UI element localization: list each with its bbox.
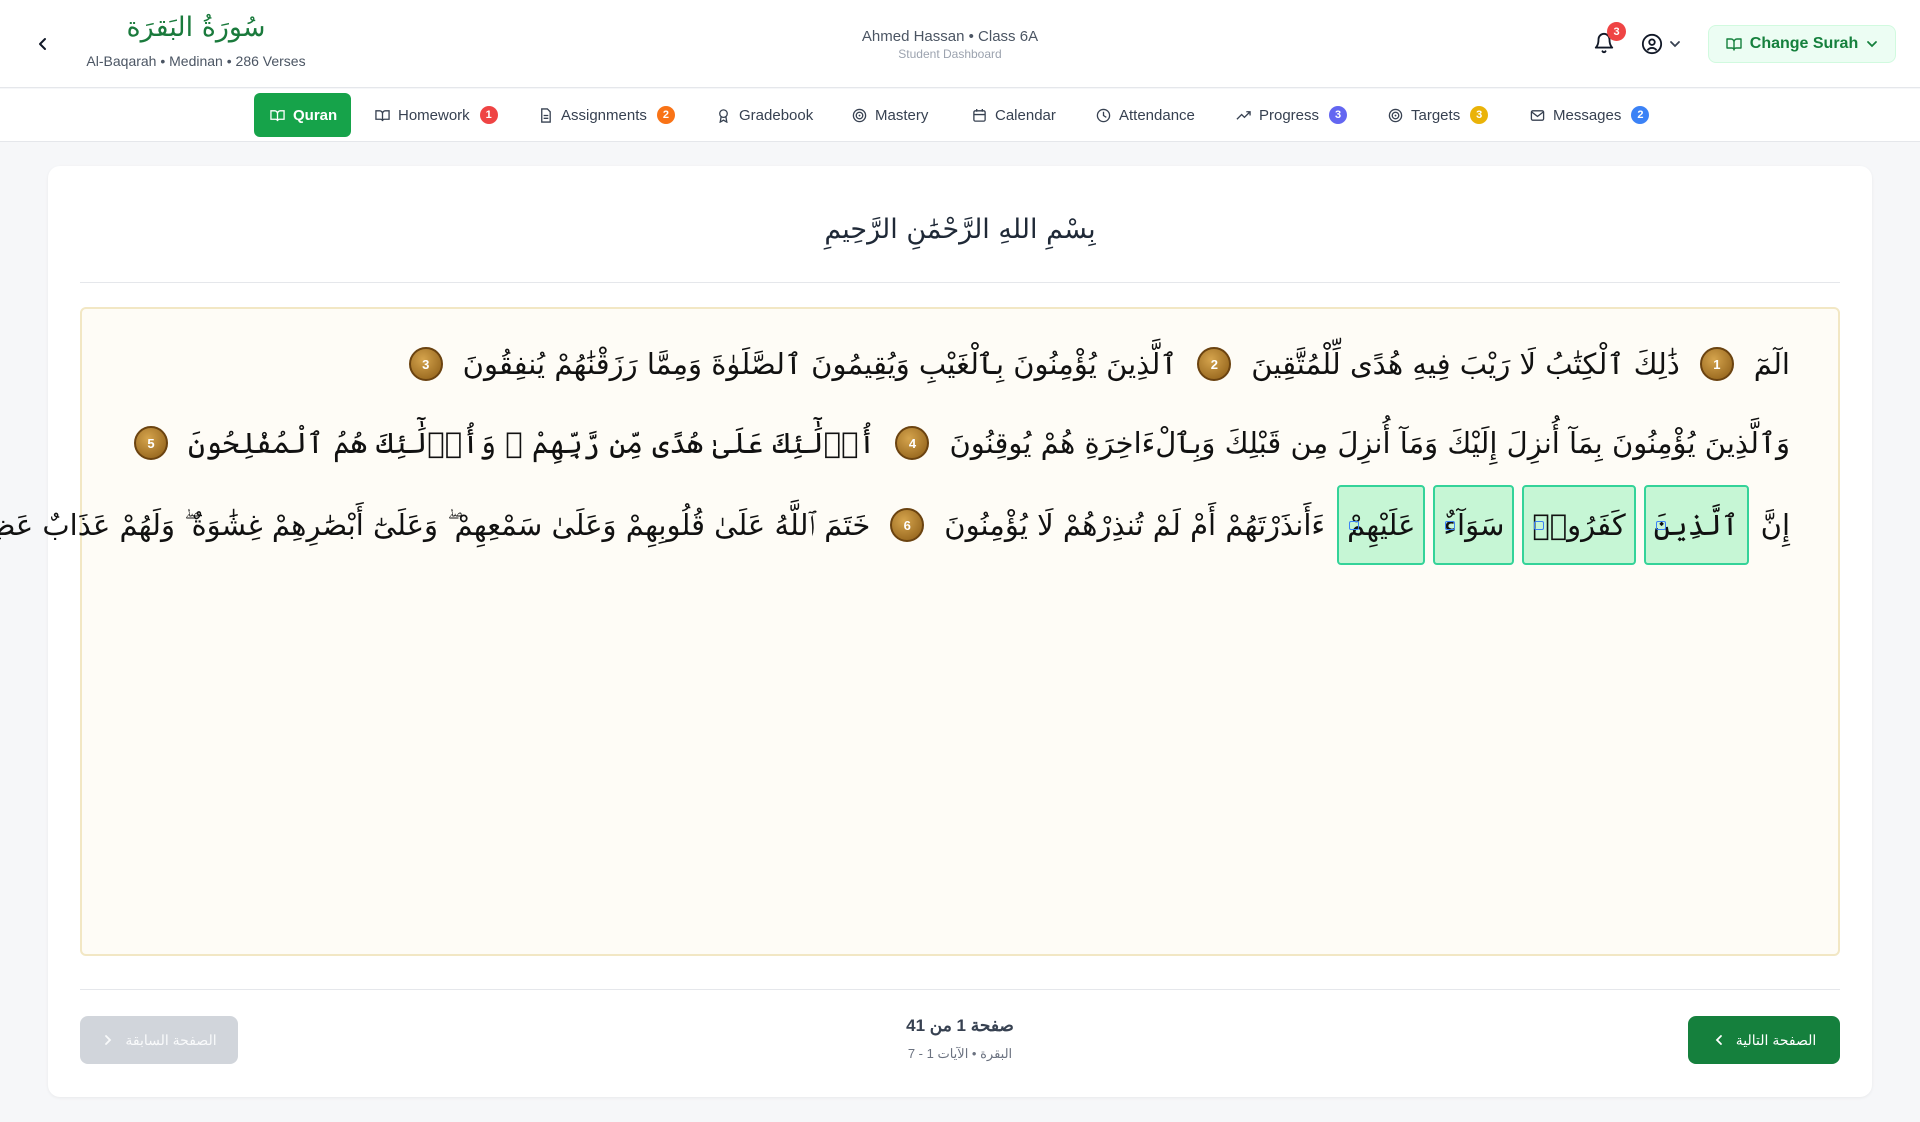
user-circle-icon bbox=[1641, 33, 1663, 55]
surah-title: سُورَةُ البَقرَة bbox=[126, 12, 266, 43]
page-number: صفحة 1 من 41 bbox=[906, 1016, 1014, 1035]
divider bbox=[80, 282, 1840, 283]
chevron-left-icon bbox=[1715, 1035, 1722, 1045]
mushaf-line: الٓمٓ 1 ذَٰلِكَ ٱلْكِتَٰبُ لَا رَيْبَ فِيه… bbox=[397, 347, 1798, 381]
tab-mastery[interactable]: Mastery bbox=[836, 93, 944, 137]
ayah-text: إِنَّ bbox=[1760, 508, 1790, 542]
tab-homework[interactable]: Homework 1 bbox=[359, 93, 514, 137]
divider bbox=[80, 989, 1840, 990]
tab-progress[interactable]: Progress 3 bbox=[1220, 93, 1363, 137]
highlighted-word[interactable]: كَفَرُوا۟ bbox=[1522, 485, 1636, 565]
trending-up-icon bbox=[1236, 110, 1251, 120]
tab-targets[interactable]: Targets 3 bbox=[1372, 93, 1504, 137]
student-name: Ahmed Hassan • Class 6A bbox=[861, 28, 1039, 45]
next-page-label: الصفحة التالية bbox=[1735, 1031, 1817, 1048]
book-open-icon bbox=[1726, 38, 1742, 51]
back-button[interactable] bbox=[30, 29, 56, 59]
tab-badge: 2 bbox=[1631, 106, 1650, 124]
student-role: Student Dashboard bbox=[898, 47, 1002, 61]
ayah-text: أُو۟لَٰٓئِكَ عَلَىٰ هُدًى مِّن رَّبِّهِم… bbox=[187, 426, 876, 460]
tab-assignments[interactable]: Assignments 2 bbox=[522, 93, 691, 137]
bismillah: بِسْمِ اللهِ الرَّحْمَٰنِ الرَّحِيمِ bbox=[824, 214, 1096, 245]
chevron-left-icon bbox=[39, 38, 46, 50]
ayah-text: الٓمٓ bbox=[1753, 347, 1790, 381]
tab-label: Gradebook bbox=[739, 106, 814, 124]
ayah-text: ٱلَّذِينَ يُؤْمِنُونَ بِٱلْغَيْبِ وَيُقِ… bbox=[462, 347, 1178, 381]
tab-label: Targets bbox=[1411, 106, 1461, 124]
highlighted-word[interactable]: سَوَآءٌ bbox=[1433, 485, 1515, 565]
tab-badge: 1 bbox=[479, 106, 498, 124]
tab-badge: 3 bbox=[1470, 106, 1489, 124]
main-nav: Quran Homework 1 Assignments 2 Gradebook… bbox=[0, 89, 1920, 142]
award-icon bbox=[719, 108, 728, 123]
file-text-icon bbox=[541, 107, 551, 123]
ayah-number: 4 bbox=[895, 426, 930, 460]
ayah-number: 1 bbox=[1699, 347, 1734, 381]
tab-gradebook[interactable]: Gradebook bbox=[700, 93, 829, 137]
tab-badge: 3 bbox=[1329, 106, 1348, 124]
ayah-text: ءَأَنذَرْتَهُمْ أَمْ لَمْ تُنذِرْهُمْ لَ… bbox=[944, 508, 1326, 542]
change-surah-button[interactable]: Change Surah bbox=[1708, 25, 1896, 63]
ayah-number: 3 bbox=[408, 347, 443, 381]
tab-label: Assignments bbox=[561, 106, 647, 124]
tab-label: Quran bbox=[293, 106, 338, 124]
mushaf-line: وَٱلَّذِينَ يُؤْمِنُونَ بِمَآ أُنزِلَ إِ… bbox=[122, 426, 1798, 460]
tab-label: Messages bbox=[1553, 106, 1622, 124]
highlighted-word[interactable]: عَلَيْهِمْ bbox=[1337, 485, 1426, 565]
book-icon bbox=[375, 109, 390, 121]
surah-info: Al-Baqarah • Medinan • 286 Verses bbox=[86, 53, 306, 69]
mushaf-line: إِنَّ ٱلَّذِينَ كَفَرُوا۟ سَوَآءٌ عَلَيْهِمْ… bbox=[0, 485, 1798, 565]
mushaf-page: الٓمٓ 1 ذَٰلِكَ ٱلْكِتَٰبُ لَا رَيْبَ فِيه… bbox=[0, 307, 1840, 956]
notifications-badge: 3 bbox=[1607, 22, 1626, 41]
chevron-right-icon bbox=[105, 1035, 112, 1045]
mail-icon bbox=[1530, 109, 1545, 121]
chevron-down-icon bbox=[1670, 41, 1680, 48]
tab-calendar[interactable]: Calendar bbox=[956, 93, 1072, 137]
tab-attendance[interactable]: Attendance bbox=[1080, 93, 1211, 137]
next-page-button[interactable]: الصفحة التالية bbox=[1688, 1016, 1840, 1064]
tab-label: Calendar bbox=[995, 106, 1056, 124]
verse-range: البقرة • الآيات 1 - 7 bbox=[907, 1046, 1013, 1061]
clock-icon bbox=[1096, 108, 1111, 122]
tab-badge: 2 bbox=[656, 106, 675, 124]
profile-menu[interactable] bbox=[1641, 31, 1689, 57]
tab-quran[interactable]: Quran bbox=[254, 93, 351, 137]
calendar-icon bbox=[973, 108, 986, 122]
previous-page-label: الصفحة السابقة bbox=[125, 1031, 217, 1048]
previous-page-button[interactable]: الصفحة السابقة bbox=[80, 1016, 238, 1064]
target-icon bbox=[1388, 108, 1403, 122]
ayah-number: 6 bbox=[890, 508, 925, 542]
tab-label: Homework bbox=[398, 106, 470, 124]
book-open-icon bbox=[270, 109, 285, 121]
top-header: سُورَةُ البَقرَة Al-Baqarah • Medinan • … bbox=[0, 0, 1920, 88]
ayah-text: ذَٰلِكَ ٱلْكِتَٰبُ لَا رَيْبَ فِيهِ هُدً… bbox=[1251, 347, 1680, 381]
ayah-text: وَٱلَّذِينَ يُؤْمِنُونَ بِمَآ أُنزِلَ إِ… bbox=[949, 426, 1790, 460]
tab-label: Attendance bbox=[1119, 106, 1195, 124]
change-surah-label: Change Surah bbox=[1749, 35, 1859, 52]
ayah-number: 2 bbox=[1197, 347, 1232, 381]
tab-label: Progress bbox=[1259, 106, 1320, 124]
tab-label: Mastery bbox=[875, 106, 929, 124]
target-icon bbox=[852, 108, 867, 122]
chevron-down-icon bbox=[1867, 41, 1878, 48]
ayah-number: 5 bbox=[133, 426, 168, 460]
tab-messages[interactable]: Messages 2 bbox=[1514, 93, 1665, 137]
ayah-text: خَتَمَ ٱللَّهُ عَلَىٰ قُلُوبِهِمْ وَعَلَ… bbox=[0, 507, 871, 542]
highlighted-word[interactable]: ٱلَّذِينَ bbox=[1643, 485, 1749, 565]
